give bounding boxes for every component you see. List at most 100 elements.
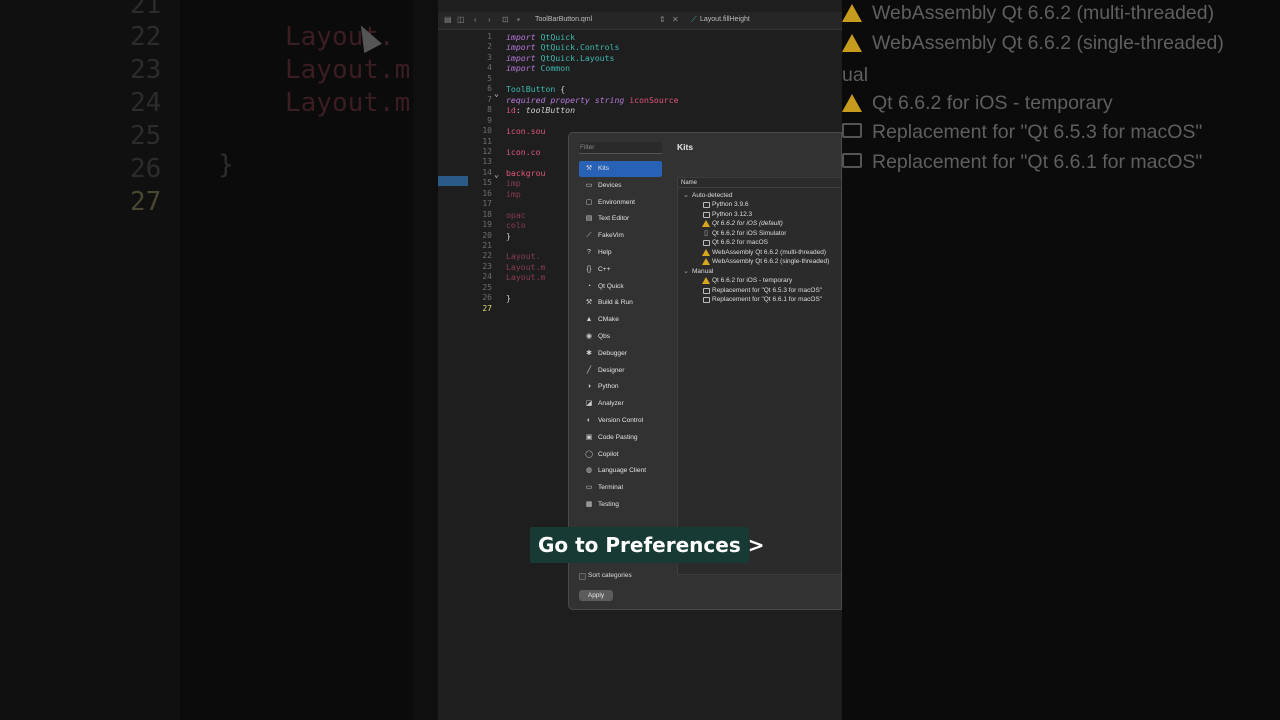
video-frame: 21 22 23 24 25 26 27 Layout. Layout.m La… bbox=[0, 0, 1280, 720]
line-number: 20 bbox=[482, 230, 492, 240]
code-line: Layout.m bbox=[506, 262, 545, 272]
code-token: } bbox=[506, 230, 511, 241]
nav-item-terminal[interactable]: ▭ Terminal bbox=[579, 480, 662, 496]
nav-item-c[interactable]: {} C++ bbox=[579, 262, 662, 278]
code-token: colo bbox=[506, 220, 526, 231]
nav-item-label: Text Editor bbox=[598, 215, 630, 223]
chevron-down-icon: ⌄ bbox=[683, 192, 689, 199]
zoom-line-number: 24 bbox=[130, 88, 162, 118]
sort-categories-checkbox[interactable] bbox=[579, 573, 586, 580]
zoom-line-number: 26 bbox=[130, 154, 162, 184]
category-icon: ◉ bbox=[585, 333, 593, 340]
file-dropdown-icon[interactable]: ⇕ bbox=[659, 15, 666, 24]
zoom-line-number: 21 bbox=[130, 0, 162, 20]
nav-item-debugger[interactable]: ✱ Debugger bbox=[579, 346, 662, 362]
nav-item-help[interactable]: ? Help bbox=[579, 245, 662, 261]
nav-item-qt-quick[interactable]: ◔ Qt Quick bbox=[579, 279, 662, 295]
zoom-line-number: 23 bbox=[130, 55, 162, 85]
nav-item-analyzer[interactable]: ◪ Analyzer bbox=[579, 396, 662, 412]
forward-arrow-icon[interactable]: › bbox=[488, 15, 491, 24]
zoom-code-line: Layout.m bbox=[285, 88, 411, 118]
line-number: 16 bbox=[482, 188, 492, 198]
nav-item-environment[interactable]: ▢ Environment bbox=[579, 195, 662, 211]
back-arrow-icon[interactable]: ‹ bbox=[474, 15, 477, 24]
nav-item-cmake[interactable]: ▲ CMake bbox=[579, 312, 662, 328]
code-line: import Common bbox=[506, 63, 570, 73]
code-token: QtQuick.Layouts bbox=[535, 52, 615, 63]
nav-item-version-control[interactable]: ◐ Version Control bbox=[579, 413, 662, 429]
tree-row-label: Qt 6.6.2 for iOS Simulator bbox=[712, 229, 787, 237]
nav-item-label: Help bbox=[598, 249, 612, 256]
tree-row-label: Qt 6.6.2 for macOS bbox=[712, 239, 768, 247]
code-token: import bbox=[506, 42, 536, 53]
current-line-marker bbox=[438, 176, 468, 186]
warning-icon bbox=[842, 94, 864, 116]
code-token: Layout.m bbox=[506, 261, 546, 272]
tree-row-label: Qt 6.6.2 for iOS - temporary bbox=[712, 277, 793, 285]
nav-item-code-pasting[interactable]: ▣ Code Pasting bbox=[579, 430, 662, 446]
tree-column-header[interactable]: Name bbox=[678, 178, 841, 188]
code-line: colo bbox=[506, 220, 526, 230]
tree-row-label: Python 3.9.6 bbox=[712, 201, 749, 209]
line-number: 22 bbox=[482, 251, 492, 261]
line-number: 4 bbox=[487, 63, 492, 73]
nav-item-label: Environment bbox=[598, 198, 636, 206]
code-line: import QtQuick.Controls bbox=[506, 42, 619, 52]
warning-icon bbox=[702, 248, 710, 257]
nav-item-label: C++ bbox=[598, 265, 611, 273]
fold-chevron-icon[interactable]: ⌄ bbox=[494, 88, 499, 98]
sidebar-toggle-icon[interactable]: ▤ bbox=[444, 15, 452, 24]
category-icon: ◐ bbox=[586, 417, 592, 424]
nav-item-qbs[interactable]: ◉ Qbs bbox=[579, 329, 662, 345]
symbol-selector[interactable]: Layout.fillHeight bbox=[700, 16, 750, 23]
sort-categories-label: Sort categories bbox=[588, 572, 632, 579]
category-icon: ◔ bbox=[586, 282, 592, 290]
fold-chevron-icon[interactable]: ⌄ bbox=[494, 169, 499, 179]
zoom-kit-label: WebAssembly Qt 6.6.2 (single-threaded) bbox=[872, 32, 1224, 54]
apply-button[interactable]: Apply bbox=[579, 590, 613, 601]
zoom-brace: } bbox=[218, 150, 234, 180]
code-token: string bbox=[589, 94, 625, 105]
nav-item-text-editor[interactable]: ▤ Text Editor bbox=[579, 211, 662, 227]
line-number: 13 bbox=[482, 157, 492, 167]
code-token: toolButton bbox=[525, 105, 576, 116]
tree-row-label: Replacement for "Qt 6.5.3 for macOS" bbox=[712, 286, 823, 294]
nav-item-label: CMake bbox=[598, 316, 619, 324]
zoom-line-number: 25 bbox=[130, 121, 162, 151]
nav-item-label: Devices bbox=[598, 181, 622, 189]
nav-item-label: Debugger bbox=[598, 349, 627, 357]
monitor-icon bbox=[702, 201, 710, 209]
code-line: import QtQuick.Layouts bbox=[506, 53, 614, 63]
nav-item-copilot[interactable]: ◯ Copilot bbox=[579, 447, 662, 463]
close-tab-icon[interactable]: ✕ bbox=[672, 15, 679, 24]
nav-item-language-client[interactable]: ◍ Language Client bbox=[579, 463, 662, 479]
tree-row-label: Python 3.12.3 bbox=[712, 210, 753, 218]
nav-item-kits[interactable]: ⚒ Kits bbox=[579, 161, 662, 177]
filter-input[interactable]: Filter bbox=[579, 142, 662, 154]
code-token: QtQuick bbox=[535, 32, 576, 42]
nav-item-testing[interactable]: ▦ Testing bbox=[579, 497, 662, 513]
code-line: opac bbox=[506, 210, 526, 220]
kits-tree[interactable]: Name ⌄ Auto-detected Python 3.9.6 Python 3.… bbox=[677, 177, 841, 575]
split-icon[interactable]: ◫ bbox=[457, 15, 465, 24]
line-number: 11 bbox=[482, 136, 492, 146]
nav-item-python[interactable]: ◑ Python bbox=[579, 379, 662, 395]
nav-item-devices[interactable]: ▭ Devices bbox=[579, 178, 662, 194]
code-token: imp bbox=[506, 188, 521, 199]
nav-item-build-run[interactable]: ⚒ Build & Run bbox=[579, 295, 662, 311]
line-number: 9 bbox=[487, 115, 492, 125]
zoom-kit-label: Qt 6.6.2 for iOS - temporary bbox=[872, 92, 1113, 114]
tab-file-name[interactable]: ToolBarButton.qml bbox=[535, 16, 592, 23]
code-line: icon.co bbox=[506, 147, 541, 157]
code-token: ToolButton bbox=[506, 84, 556, 95]
category-icon: ? bbox=[587, 249, 591, 256]
line-number: 21 bbox=[482, 241, 492, 250]
warning-icon bbox=[702, 220, 710, 228]
nav-item-designer[interactable]: ╱ Designer bbox=[579, 363, 662, 379]
code-line: backgrou bbox=[506, 168, 545, 178]
nav-item-fakevim[interactable]: ⟋ FakeVim bbox=[579, 228, 662, 244]
warning-icon bbox=[702, 277, 710, 285]
code-token: iconSource bbox=[624, 94, 679, 105]
code-token: { bbox=[555, 84, 566, 95]
line-number: 25 bbox=[482, 282, 492, 292]
